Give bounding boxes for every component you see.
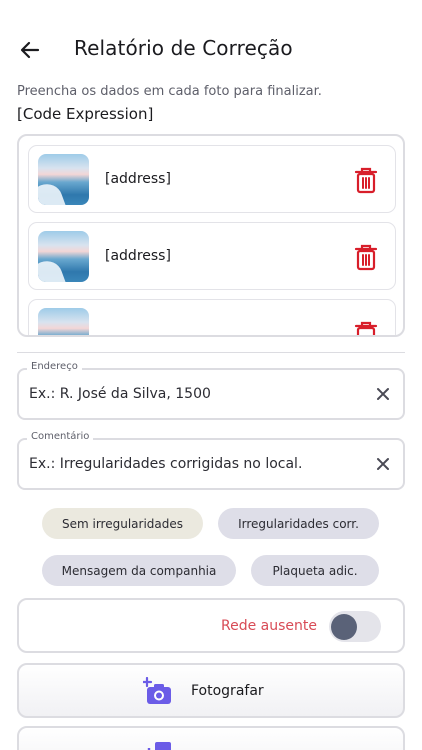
gallery-button[interactable]	[17, 726, 405, 750]
close-icon	[377, 388, 389, 400]
clear-address-button[interactable]	[375, 386, 391, 402]
address-field-label: Endereço	[27, 361, 82, 372]
photo-item[interactable]	[28, 299, 396, 335]
photo-address: [address]	[105, 248, 171, 264]
gallery-icon	[147, 742, 171, 750]
code-expression: [Code Expression]	[17, 105, 154, 123]
photo-thumbnail[interactable]	[38, 308, 89, 335]
comment-field[interactable]: Comentário	[17, 431, 405, 490]
address-field[interactable]: Endereço	[17, 361, 405, 420]
trash-icon	[354, 321, 378, 335]
comment-input[interactable]	[29, 456, 359, 472]
close-icon	[377, 458, 389, 470]
trash-icon	[354, 244, 378, 271]
switch-knob	[331, 614, 357, 640]
page-title: Relatório de Correção	[74, 36, 293, 60]
section-divider	[17, 352, 405, 353]
delete-photo-button[interactable]	[353, 243, 379, 271]
instructions-text: Preencha os dados em cada foto para fina…	[17, 84, 322, 99]
photo-item[interactable]: [address]	[28, 222, 396, 290]
chip-irregularidades-corrigidas[interactable]: Irregularidades corr.	[218, 508, 379, 539]
back-button[interactable]	[14, 34, 46, 66]
delete-photo-button[interactable]	[353, 320, 379, 335]
arrow-left-icon	[20, 41, 40, 59]
chip-mensagem-companhia[interactable]: Mensagem da companhia	[42, 555, 236, 586]
photo-list[interactable]: [address] [address]	[17, 134, 405, 337]
clear-comment-button[interactable]	[375, 456, 391, 472]
photograph-button[interactable]: Fotografar	[17, 663, 405, 718]
chip-plaqueta-adicional[interactable]: Plaqueta adic.	[251, 555, 379, 586]
comment-field-label: Comentário	[27, 431, 94, 442]
photo-address: [address]	[105, 171, 171, 187]
photo-item[interactable]: [address]	[28, 145, 396, 213]
trash-icon	[354, 167, 378, 194]
chip-sem-irregularidades[interactable]: Sem irregularidades	[42, 508, 203, 539]
address-input[interactable]	[29, 386, 359, 402]
network-toggle-card: Rede ausente	[17, 598, 405, 653]
network-status-label: Rede ausente	[221, 618, 317, 634]
photo-thumbnail[interactable]	[38, 154, 89, 205]
photo-thumbnail[interactable]	[38, 231, 89, 282]
photograph-label: Fotografar	[191, 683, 264, 699]
network-toggle-switch[interactable]	[329, 611, 381, 642]
add-camera-icon	[143, 677, 171, 704]
delete-photo-button[interactable]	[353, 166, 379, 194]
